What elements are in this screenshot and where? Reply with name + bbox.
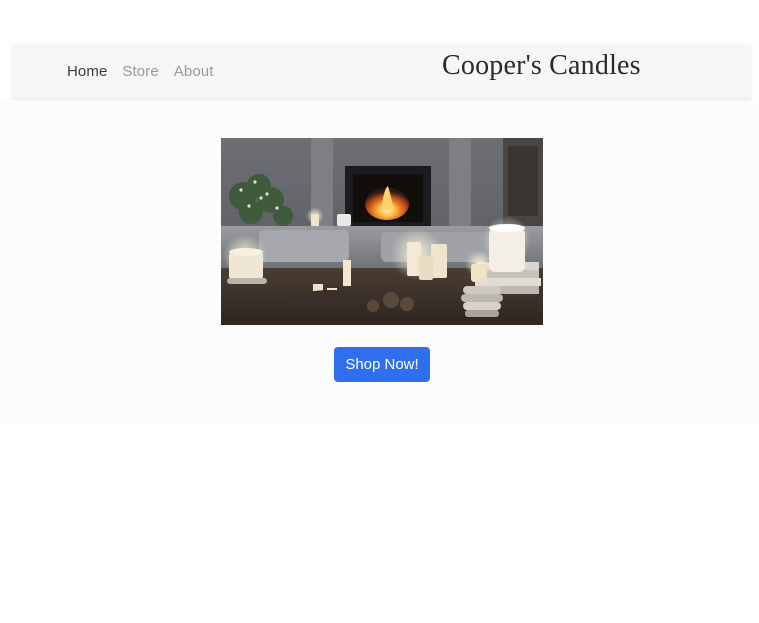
nav-links: Home Store About — [67, 44, 213, 98]
navbar: Home Store About Cooper's Candles — [12, 44, 751, 98]
page: Home Store About Cooper's Candles Shop N… — [0, 0, 759, 623]
nav-link-home[interactable]: Home — [67, 63, 107, 80]
brand-title: Cooper's Candles — [442, 50, 641, 81]
shop-now-button[interactable]: Shop Now! — [334, 347, 430, 382]
nav-link-store[interactable]: Store — [122, 63, 158, 80]
candles-fireplace-photo-icon — [221, 138, 543, 325]
nav-link-about[interactable]: About — [174, 63, 214, 80]
hero-image — [221, 138, 543, 325]
